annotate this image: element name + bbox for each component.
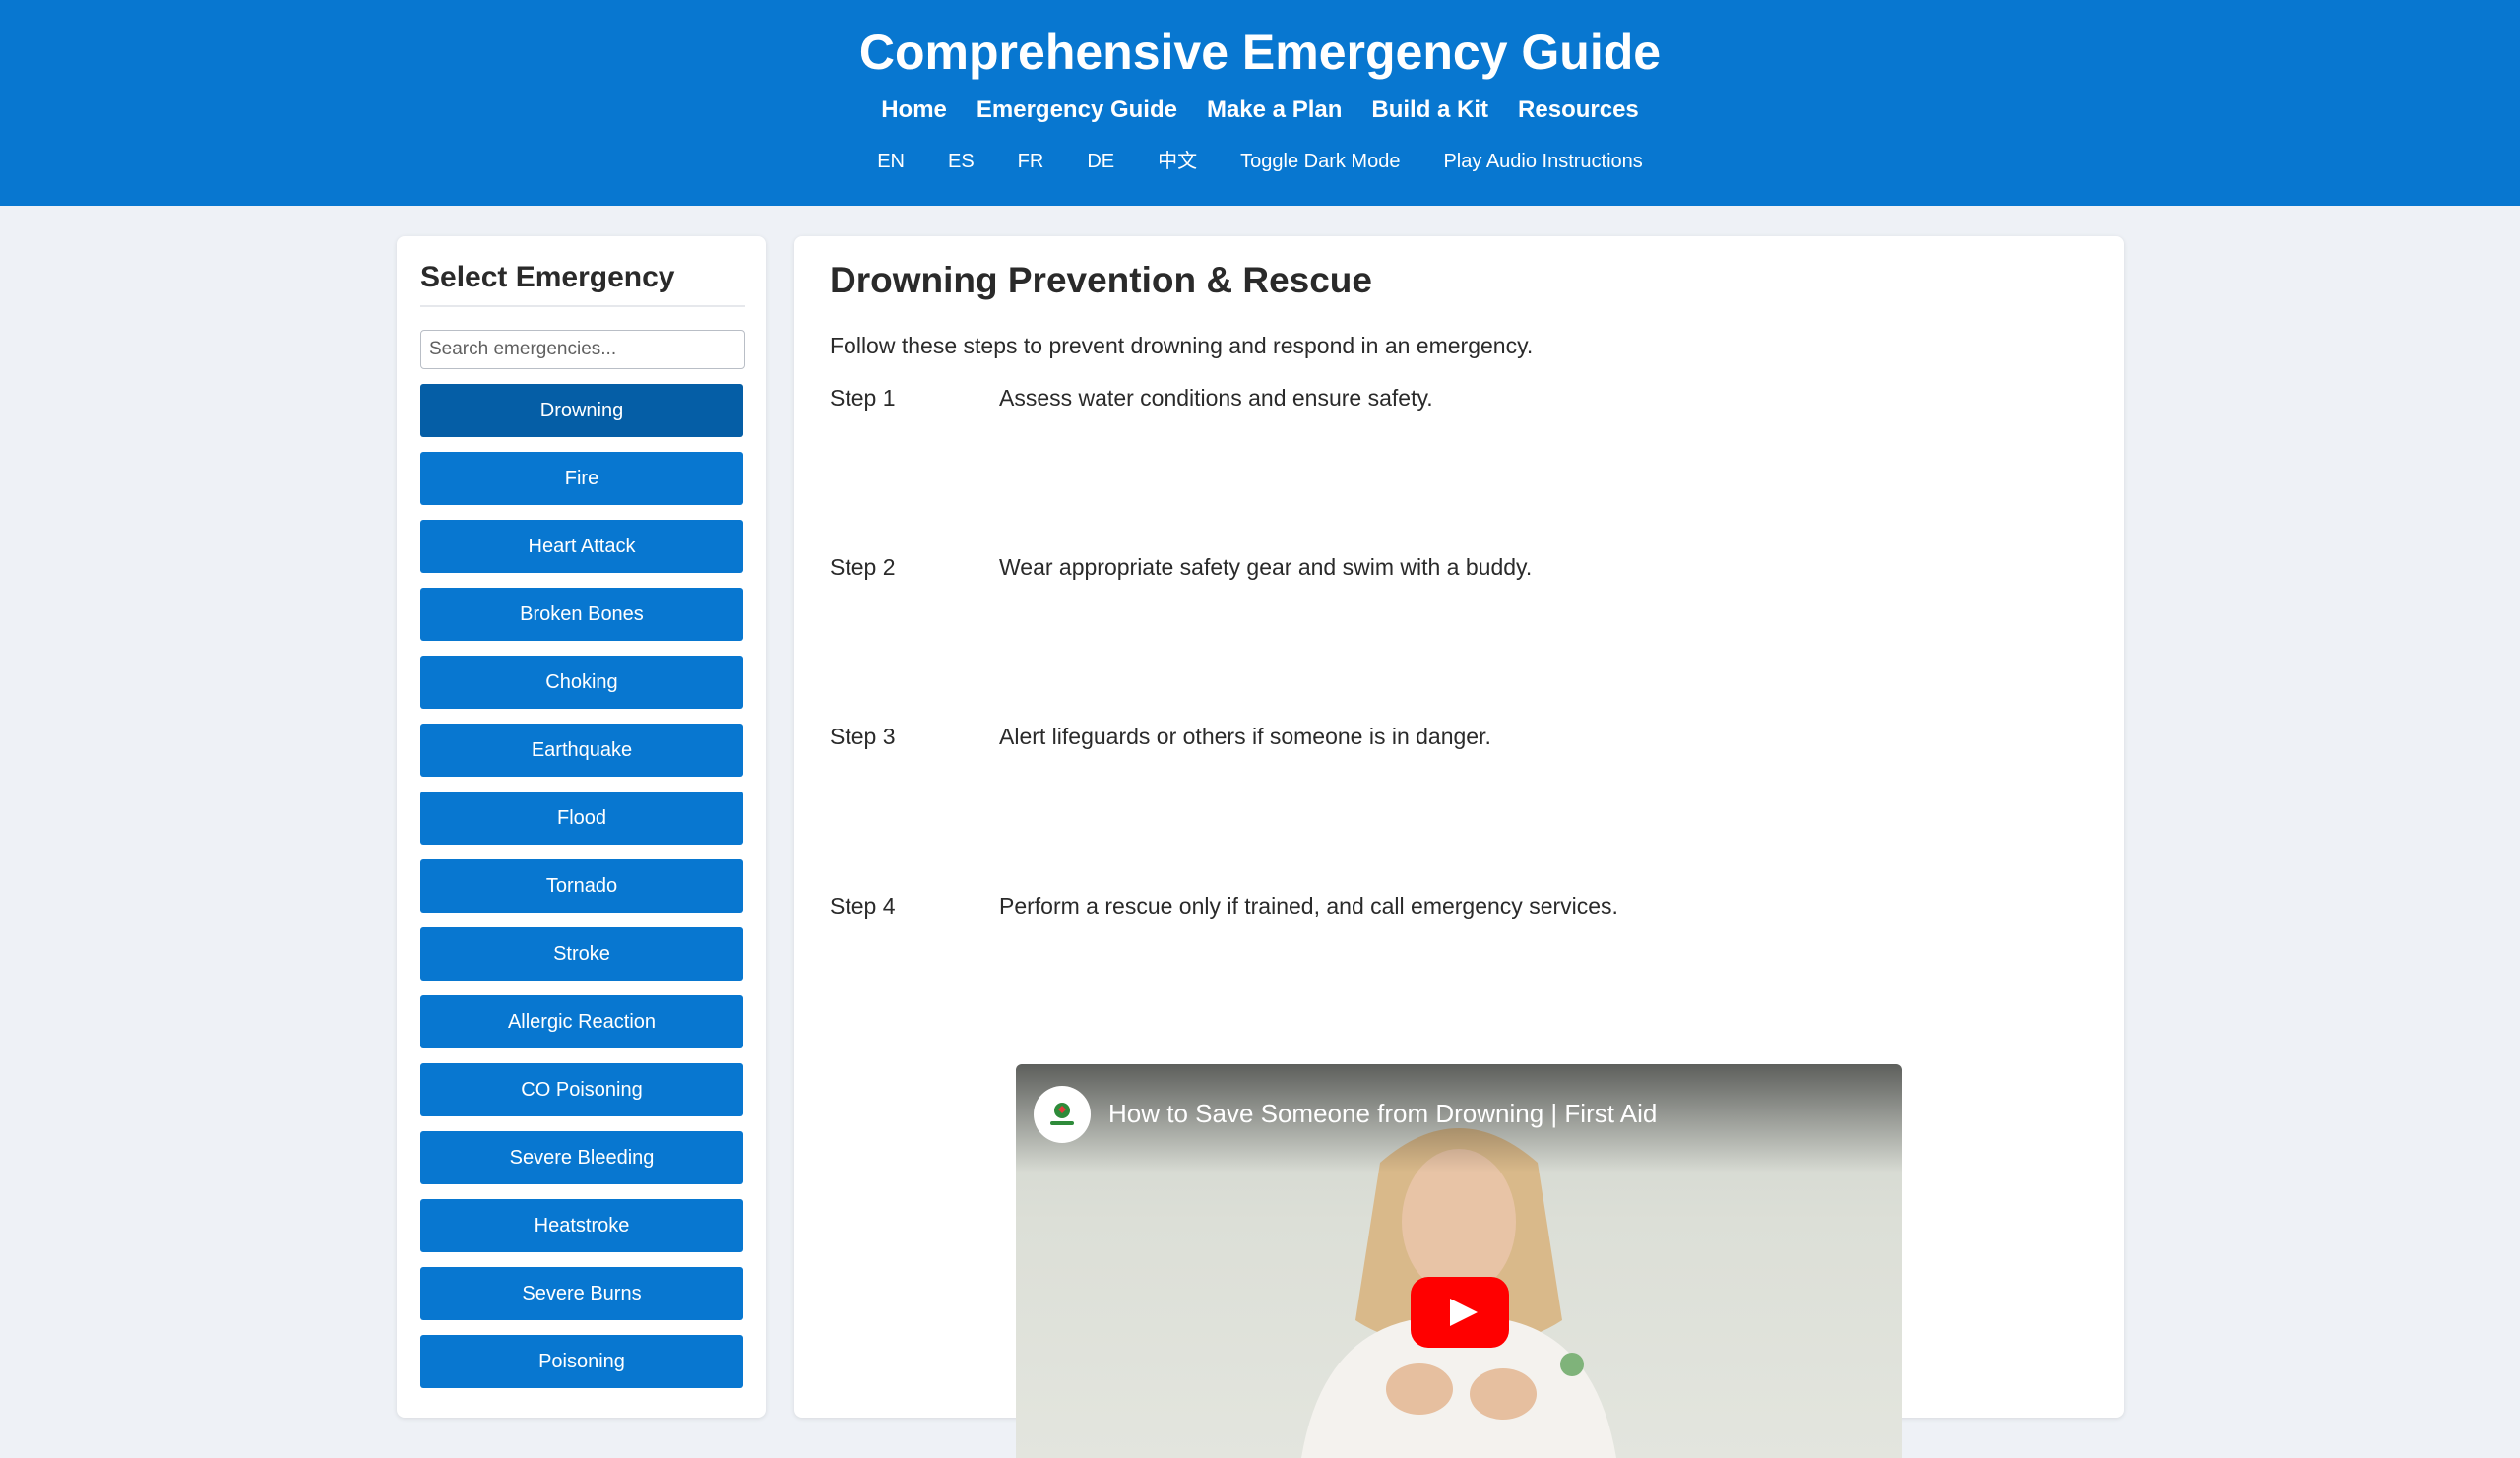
nav-resources[interactable]: Resources — [1518, 93, 1639, 128]
sidebar-title: Select Emergency — [420, 261, 675, 293]
intro-text: Follow these steps to prevent drowning a… — [830, 333, 1534, 358]
emergency-item-flood[interactable]: Flood — [420, 792, 743, 845]
step-label: Step 2 — [830, 554, 896, 580]
emergency-item-earthquake[interactable]: Earthquake — [420, 724, 743, 777]
emergency-item-heart-attack[interactable]: Heart Attack — [420, 520, 743, 573]
step-item: Step 3 Alert lifeguards or others if som… — [830, 721, 2011, 890]
page-title: Drowning Prevention & Rescue — [830, 260, 1372, 300]
step-item: Step 4 Perform a rescue only if trained,… — [830, 890, 2011, 1059]
video-title[interactable]: How to Save Someone from Drowning | Firs… — [1108, 1094, 1657, 1133]
emergency-sidebar: Select Emergency Drowning Fire Heart Att… — [397, 236, 766, 1418]
channel-logo-icon[interactable] — [1034, 1086, 1091, 1143]
step-item: Step 1 Assess water conditions and ensur… — [830, 382, 2011, 551]
emergency-item-co-poisoning[interactable]: CO Poisoning — [420, 1063, 743, 1116]
nav-home[interactable]: Home — [881, 93, 947, 128]
nav-emergency-guide[interactable]: Emergency Guide — [976, 93, 1177, 128]
lang-de-button[interactable]: DE — [1087, 146, 1114, 177]
step-text: Assess water conditions and ensure safet… — [999, 385, 1433, 411]
site-header: Comprehensive Emergency Guide Home Emerg… — [0, 0, 2520, 206]
lang-fr-button[interactable]: FR — [1018, 146, 1044, 177]
emergency-item-tornado[interactable]: Tornado — [420, 859, 743, 913]
step-label: Step 4 — [830, 893, 896, 919]
dark-mode-toggle[interactable]: Toggle Dark Mode — [1240, 146, 1400, 177]
step-text: Wear appropriate safety gear and swim wi… — [999, 554, 1533, 580]
search-input[interactable] — [420, 330, 745, 369]
emergency-item-drowning[interactable]: Drowning — [420, 384, 743, 437]
lang-zh-button[interactable]: 中文 — [1158, 146, 1197, 177]
emergency-item-allergic-reaction[interactable]: Allergic Reaction — [420, 995, 743, 1048]
emergency-item-heatstroke[interactable]: Heatstroke — [420, 1199, 743, 1252]
emergency-item-severe-burns[interactable]: Severe Burns — [420, 1267, 743, 1320]
step-text: Perform a rescue only if trained, and ca… — [999, 893, 1618, 919]
lang-es-button[interactable]: ES — [948, 146, 975, 177]
steps-list: Step 1 Assess water conditions and ensur… — [830, 382, 2011, 1059]
emergency-item-choking[interactable]: Choking — [420, 656, 743, 709]
site-title: Comprehensive Emergency Guide — [858, 25, 1662, 80]
lang-en-button[interactable]: EN — [877, 146, 905, 177]
emergency-content: Drowning Prevention & Rescue Follow thes… — [794, 236, 2124, 1458]
nav-build-a-kit[interactable]: Build a Kit — [1371, 93, 1488, 128]
tool-bar: EN ES FR DE 中文 Toggle Dark Mode Play Aud… — [0, 146, 2520, 177]
embedded-video[interactable]: How to Save Someone from Drowning | Firs… — [1016, 1064, 1902, 1458]
nav-make-a-plan[interactable]: Make a Plan — [1207, 93, 1342, 128]
divider — [420, 305, 745, 307]
step-label: Step 3 — [830, 724, 896, 749]
main-nav: Home Emergency Guide Make a Plan Build a… — [0, 93, 2520, 128]
step-item: Step 2 Wear appropriate safety gear and … — [830, 551, 2011, 721]
emergency-item-broken-bones[interactable]: Broken Bones — [420, 588, 743, 641]
youtube-play-icon[interactable] — [1411, 1277, 1509, 1348]
emergency-item-stroke[interactable]: Stroke — [420, 927, 743, 981]
audio-instructions-button[interactable]: Play Audio Instructions — [1443, 146, 1642, 177]
step-label: Step 1 — [830, 385, 896, 411]
emergency-item-severe-bleeding[interactable]: Severe Bleeding — [420, 1131, 743, 1184]
emergency-list: Drowning Fire Heart Attack Broken Bones … — [420, 384, 745, 1403]
emergency-item-poisoning[interactable]: Poisoning — [420, 1335, 743, 1388]
emergency-item-fire[interactable]: Fire — [420, 452, 743, 505]
step-text: Alert lifeguards or others if someone is… — [999, 724, 1491, 749]
